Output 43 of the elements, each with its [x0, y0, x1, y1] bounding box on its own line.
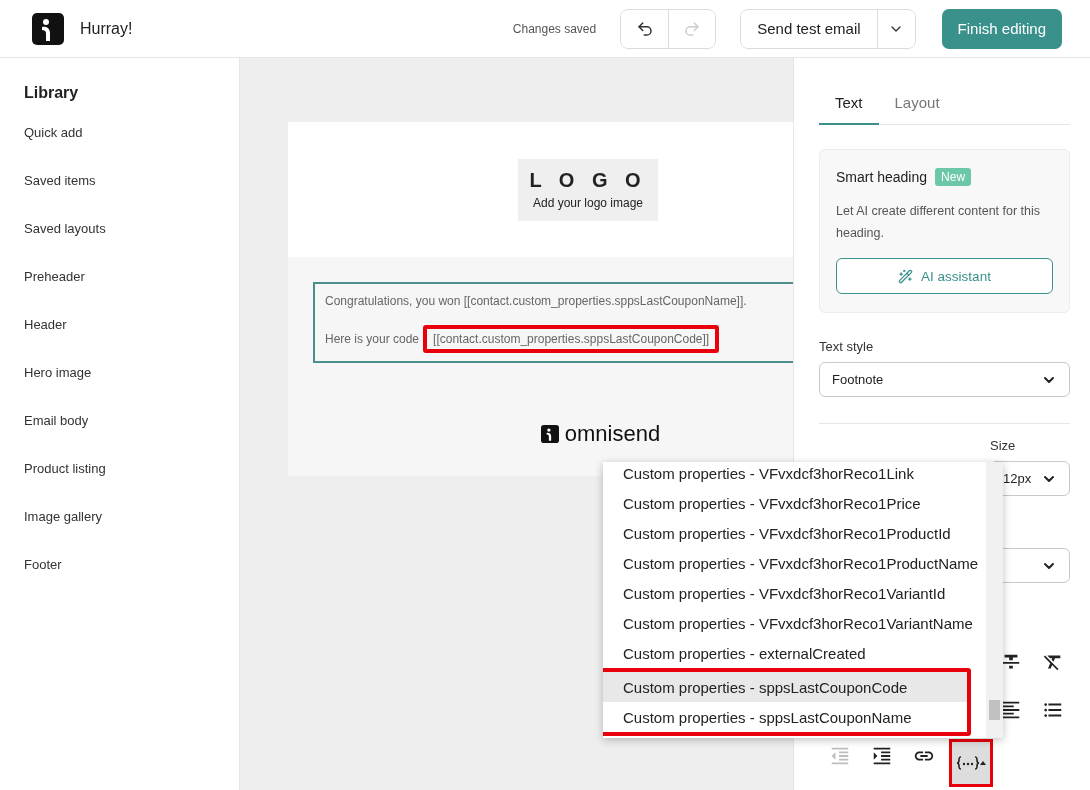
logo-placeholder[interactable]: L O G O Add your logo image [518, 158, 658, 221]
size-label: Size [990, 438, 1017, 453]
menu-item[interactable]: Custom properties - sppsLastCouponCode [603, 672, 967, 702]
library-item[interactable]: Email body [24, 412, 239, 460]
library-item[interactable]: Hero image [24, 364, 239, 412]
smart-heading-description: Let AI create different content for this heading. [836, 203, 1042, 242]
app-title: Hurray! [80, 19, 134, 38]
email-text: Congratulations, you won [[contact.custom_properties.sppsLastCouponName]]. [325, 294, 748, 308]
insert-variable-button[interactable] [949, 739, 993, 787]
text-block[interactable]: Congratulations, you won [[contact.custom_properties.sppsLastCouponName]]. Here is your code [[contact.custom_properties.sppsLastCouponCode]] [313, 282, 793, 363]
redo-icon [683, 19, 702, 38]
align-icon [1000, 699, 1022, 721]
outdent-icon [829, 745, 851, 767]
ai-assistant-button[interactable]: AI assistant [836, 258, 1053, 294]
library-item[interactable]: Footer [24, 556, 239, 604]
library-item[interactable]: Saved layouts [24, 220, 239, 268]
undo-icon [635, 19, 654, 38]
new-badge: New [935, 168, 972, 186]
smart-heading-title: Smart heading [836, 169, 928, 185]
email-text: Here is your code [325, 332, 420, 346]
variable-icon [956, 755, 986, 771]
app-logo [32, 12, 64, 45]
panel-tab[interactable]: Layout [878, 88, 956, 125]
indent-icon [871, 745, 893, 767]
text-style-label: Text style [819, 339, 875, 354]
logo-text: L O G O [529, 169, 647, 192]
save-status: Changes saved [512, 21, 597, 36]
library-item[interactable]: Header [24, 316, 239, 364]
library-item[interactable]: Preheader [24, 268, 239, 316]
text-style-select[interactable]: Footnote [819, 362, 1070, 397]
logo-hint: Add your logo image [532, 196, 644, 210]
merge-tag: [[contact.custom_properties.sppsLastCouponCode]] [423, 325, 720, 353]
library-item[interactable]: Image gallery [24, 508, 239, 556]
library-title: Library [24, 84, 80, 102]
brand-logo-icon [540, 425, 559, 443]
library-item[interactable]: Product listing [24, 460, 239, 508]
library-item[interactable]: Saved items [24, 172, 239, 220]
finish-editing-button[interactable]: Finish editing [941, 8, 1062, 49]
magic-wand-icon [898, 268, 914, 284]
brand-name: omnisend [564, 421, 661, 447]
panel-tab[interactable]: Text [819, 88, 879, 125]
menu-item[interactable]: Custom properties - VFvxdcf3horReco1Link [603, 462, 986, 488]
library-item[interactable]: Quick add [24, 124, 239, 172]
